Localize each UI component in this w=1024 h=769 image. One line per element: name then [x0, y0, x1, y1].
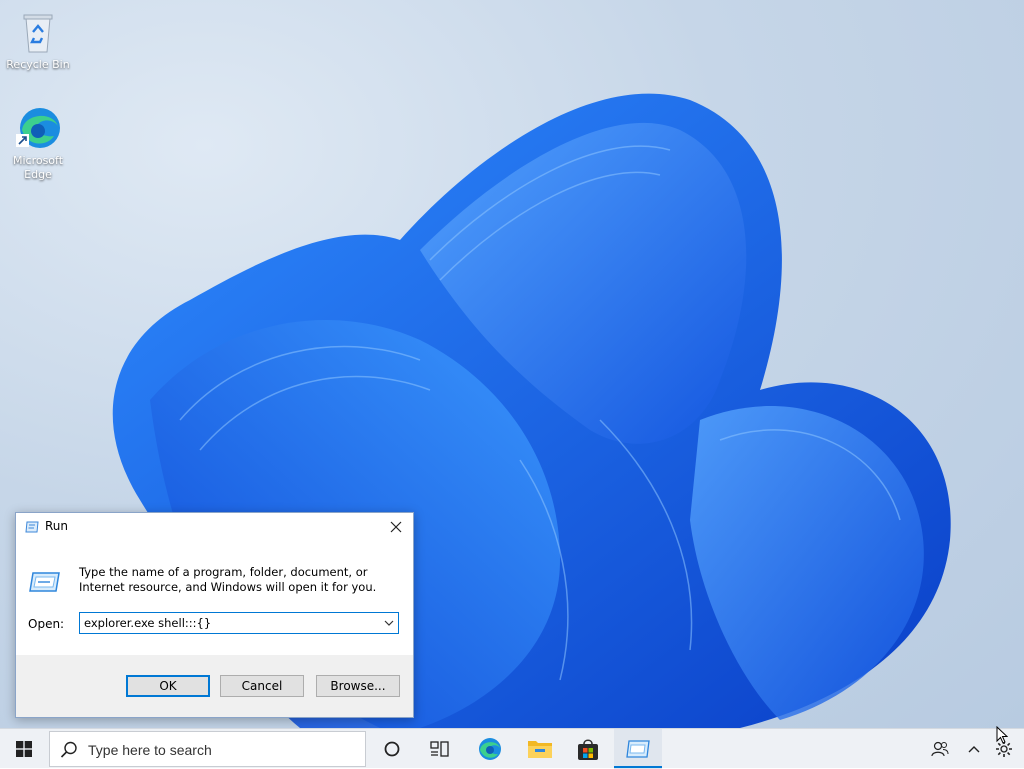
- taskbar-store[interactable]: [564, 729, 612, 769]
- run-icon: [29, 571, 61, 596]
- edge-icon: [14, 104, 62, 152]
- chevron-up-icon: [968, 746, 980, 753]
- taskbar-edge[interactable]: [466, 729, 514, 769]
- task-view-icon: [430, 741, 449, 757]
- mouse-cursor: [996, 726, 1008, 744]
- taskbar-run[interactable]: [614, 729, 662, 769]
- edge-icon: [479, 738, 501, 760]
- taskbar: Type here to search: [0, 728, 1024, 769]
- open-label: Open:: [28, 617, 64, 631]
- ok-button[interactable]: OK: [126, 675, 210, 697]
- store-icon: [578, 739, 598, 760]
- run-dialog: Run Type the name of a program, folder, …: [15, 512, 414, 718]
- show-hidden-icons-button[interactable]: [960, 729, 988, 769]
- close-icon: [390, 521, 402, 533]
- cortana-icon: [384, 741, 400, 757]
- dialog-title-bar[interactable]: Run: [16, 513, 413, 541]
- desktop-icon-recycle-bin[interactable]: Recycle Bin: [0, 8, 76, 72]
- run-icon: [626, 740, 650, 758]
- ok-button-label: OK: [159, 679, 177, 693]
- cancel-button-label: Cancel: [241, 679, 283, 693]
- taskbar-file-explorer[interactable]: [516, 729, 564, 769]
- people-icon: [931, 741, 949, 757]
- search-icon: [60, 741, 77, 758]
- dialog-body: Type the name of a program, folder, docu…: [16, 541, 413, 655]
- desktop-icon-microsoft-edge[interactable]: Microsoft Edge: [0, 104, 76, 182]
- chevron-down-icon[interactable]: [383, 618, 395, 628]
- dialog-description: Type the name of a program, folder, docu…: [79, 565, 377, 594]
- people-button[interactable]: [924, 729, 956, 769]
- taskbar-search-box[interactable]: Type here to search: [49, 731, 366, 767]
- browse-button[interactable]: Browse...: [316, 675, 400, 697]
- dialog-title: Run: [45, 519, 69, 533]
- open-combobox[interactable]: [79, 612, 399, 634]
- run-small-icon: [25, 521, 39, 536]
- file-explorer-icon: [528, 741, 552, 758]
- desktop-icon-label: Microsoft Edge: [12, 154, 64, 181]
- browse-button-label: Browse...: [330, 679, 386, 693]
- desktop-icon-label: Recycle Bin: [6, 58, 70, 71]
- cortana-button[interactable]: [368, 729, 416, 769]
- close-button[interactable]: [385, 517, 407, 537]
- start-button[interactable]: [0, 729, 48, 769]
- start-icon: [16, 741, 32, 757]
- open-label-text: Open:: [28, 617, 65, 631]
- open-input[interactable]: [84, 614, 374, 631]
- cancel-button[interactable]: Cancel: [220, 675, 304, 697]
- search-placeholder: Type here to search: [88, 742, 212, 758]
- recycle-bin-icon: [14, 8, 62, 56]
- task-view-button[interactable]: [416, 729, 464, 769]
